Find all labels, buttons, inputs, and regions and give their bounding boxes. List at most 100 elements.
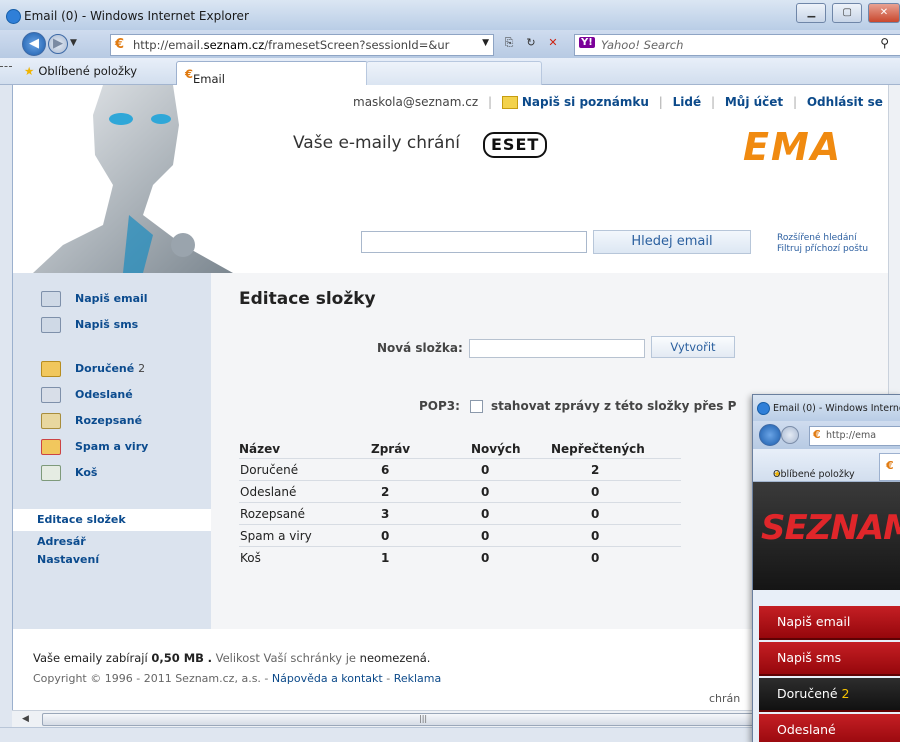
sidebar: Napiš email Napiš sms Doručené 2 Odeslan… bbox=[13, 273, 211, 629]
ie-window: Email (0) - Windows Internet Explorer ▁ … bbox=[0, 0, 900, 742]
site-favicon-icon: € bbox=[115, 37, 125, 52]
search-email-button[interactable]: Hledej email bbox=[593, 230, 751, 254]
close-window-button[interactable]: ✕ bbox=[868, 3, 900, 23]
minimize-button[interactable]: ▁ bbox=[796, 3, 827, 23]
grip-icon: ||| bbox=[419, 714, 428, 723]
search-icon[interactable]: ⚲ bbox=[880, 36, 889, 50]
sidebar-item-compose-email[interactable]: Napiš email bbox=[41, 291, 148, 307]
second-window-address-toolbar: € http://ema bbox=[753, 421, 900, 449]
new-folder-label: Nová složka: bbox=[377, 341, 463, 355]
seznam-logo: SEZNAM bbox=[761, 508, 900, 548]
folders-table: Název Zpráv Nových Nepřečtených Doručené… bbox=[239, 439, 681, 568]
compatibility-view-icon[interactable]: ⎘ bbox=[500, 36, 518, 52]
site-favicon-icon: € bbox=[886, 459, 894, 472]
copyright-text: Copyright © 1996 - 2011 Seznam.cz, a.s. … bbox=[33, 672, 442, 685]
sidebar-nav-edit-folders[interactable]: Editace složek bbox=[13, 509, 211, 531]
separator: | bbox=[658, 95, 663, 109]
sidebar-item-sent[interactable]: Odeslané bbox=[41, 387, 133, 403]
history-dropdown-icon[interactable]: ▼ bbox=[70, 38, 77, 48]
seznam-banner: SEZNAM bbox=[753, 482, 900, 590]
separator: | bbox=[487, 95, 493, 109]
second-window-favorites-bar: ★ Oblíbené položky € bbox=[753, 449, 900, 482]
refresh-icon[interactable]: ↻ bbox=[522, 36, 540, 52]
my-account-link[interactable]: Můj účet bbox=[725, 95, 783, 109]
scrollbar-thumb[interactable]: ||| bbox=[42, 713, 784, 726]
email-search-input[interactable] bbox=[361, 231, 587, 253]
search-links: Rozšířené hledání Filtruj příchozí poštu bbox=[777, 233, 868, 255]
compose-sms-icon bbox=[41, 317, 61, 333]
write-note-link[interactable]: Napiš si poznámku bbox=[522, 95, 649, 109]
second-window-title: Email (0) - Windows Interne bbox=[773, 403, 900, 414]
search-box[interactable]: Y! Yahoo! Search ⚲ bbox=[574, 34, 900, 56]
sidebar-item-inbox[interactable]: Doručené 2 bbox=[41, 361, 145, 377]
back-button[interactable]: ◀ bbox=[22, 32, 46, 56]
menu-inbox[interactable]: Doručené 2 bbox=[759, 678, 900, 712]
forward-button[interactable]: ▶ bbox=[48, 34, 68, 54]
arrow-right-icon: ▶ bbox=[53, 36, 63, 51]
table-row[interactable]: Doručené 6 0 2 bbox=[239, 458, 681, 481]
sidebar-nav-settings[interactable]: Nastavení bbox=[13, 553, 211, 566]
advanced-search-link[interactable]: Rozšířené hledání bbox=[777, 233, 868, 244]
inbox-folder-icon bbox=[41, 361, 61, 377]
protected-text: chrán bbox=[709, 692, 741, 705]
title-bar: Email (0) - Windows Internet Explorer ▁ … bbox=[0, 0, 900, 30]
pop3-checkbox[interactable] bbox=[469, 400, 483, 413]
new-folder-input[interactable] bbox=[469, 339, 645, 358]
new-tab-button[interactable] bbox=[366, 61, 542, 85]
column-header-unread: Nepřečtených bbox=[551, 441, 645, 456]
table-row[interactable]: Rozepsané 3 0 0 bbox=[239, 502, 681, 525]
people-link[interactable]: Lidé bbox=[673, 95, 702, 109]
stop-icon[interactable]: ✕ bbox=[544, 36, 562, 52]
favorites-button[interactable]: ★ Oblíbené položky bbox=[24, 64, 137, 78]
second-ie-window[interactable]: Email (0) - Windows Interne € http://ema … bbox=[752, 394, 900, 742]
sidebar-item-compose-sms[interactable]: Napiš sms bbox=[41, 317, 138, 333]
menu-compose-sms[interactable]: Napiš sms bbox=[759, 642, 900, 676]
eset-robot-illustration bbox=[33, 85, 233, 273]
table-row[interactable]: Koš 1 0 0 bbox=[239, 546, 681, 568]
filter-incoming-link[interactable]: Filtruj příchozí poštu bbox=[777, 244, 868, 255]
menu-compose-email[interactable]: Napiš email bbox=[759, 606, 900, 640]
separator: | bbox=[792, 95, 798, 109]
advertising-link[interactable]: Reklama bbox=[394, 672, 442, 685]
column-header-new: Nových bbox=[471, 441, 521, 456]
address-bar[interactable]: € http://email.seznam.cz/framesetScreen?… bbox=[110, 34, 494, 56]
column-header-name: Název bbox=[239, 441, 281, 456]
window-frame bbox=[0, 85, 12, 742]
table-row[interactable]: Odeslané 2 0 0 bbox=[239, 480, 681, 503]
scroll-left-icon[interactable]: ◀ bbox=[22, 714, 29, 724]
trash-icon bbox=[41, 465, 61, 481]
storage-usage-text: Vaše emaily zabírají 0,50 MB . Velikost … bbox=[33, 651, 431, 665]
table-row[interactable]: Spam a viry 0 0 0 bbox=[239, 524, 681, 547]
sidebar-nav-address-book[interactable]: Adresář bbox=[13, 535, 211, 548]
window-title: Email (0) - Windows Internet Explorer bbox=[24, 9, 249, 23]
eset-logo: ESET bbox=[483, 132, 548, 158]
tab-email[interactable]: €Email (0) bbox=[176, 61, 368, 100]
help-contact-link[interactable]: Nápověda a kontakt bbox=[272, 672, 383, 685]
drafts-folder-icon bbox=[41, 413, 61, 429]
address-dropdown-icon[interactable]: ▼ bbox=[482, 38, 489, 48]
sidebar-item-spam[interactable]: Spam a viry bbox=[41, 439, 148, 455]
column-header-messages: Zpráv bbox=[371, 441, 411, 456]
user-email: maskola@seznam.cz bbox=[353, 95, 479, 109]
second-window-title-bar: Email (0) - Windows Interne bbox=[753, 395, 900, 421]
star-icon: ★ bbox=[24, 64, 35, 78]
site-favicon-icon: € bbox=[185, 67, 194, 81]
email-brand-logo: EMA bbox=[743, 125, 843, 169]
forward-button[interactable] bbox=[781, 426, 799, 444]
back-button[interactable] bbox=[759, 424, 781, 446]
user-links-bar: maskola@seznam.cz | Napiš si poznámku | … bbox=[353, 95, 883, 109]
eset-slogan: Vaše e-maily chrání bbox=[293, 133, 460, 153]
tab-email[interactable]: € bbox=[879, 453, 900, 481]
sidebar-item-drafts[interactable]: Rozepsané bbox=[41, 413, 142, 429]
create-folder-button[interactable]: Vytvořit bbox=[651, 336, 735, 358]
logout-link[interactable]: Odhlásit se bbox=[807, 95, 883, 109]
yahoo-logo-icon: Y! bbox=[579, 37, 595, 48]
arrow-left-icon: ◀ bbox=[29, 36, 39, 51]
sidebar-item-trash[interactable]: Koš bbox=[41, 465, 97, 481]
page-title: Editace složky bbox=[239, 289, 376, 309]
second-window-address-bar[interactable]: € http://ema bbox=[809, 426, 900, 446]
menu-sent[interactable]: Odeslané bbox=[759, 714, 900, 742]
note-icon bbox=[501, 96, 518, 109]
maximize-button[interactable]: ▢ bbox=[832, 3, 863, 23]
compose-email-icon bbox=[41, 291, 61, 307]
